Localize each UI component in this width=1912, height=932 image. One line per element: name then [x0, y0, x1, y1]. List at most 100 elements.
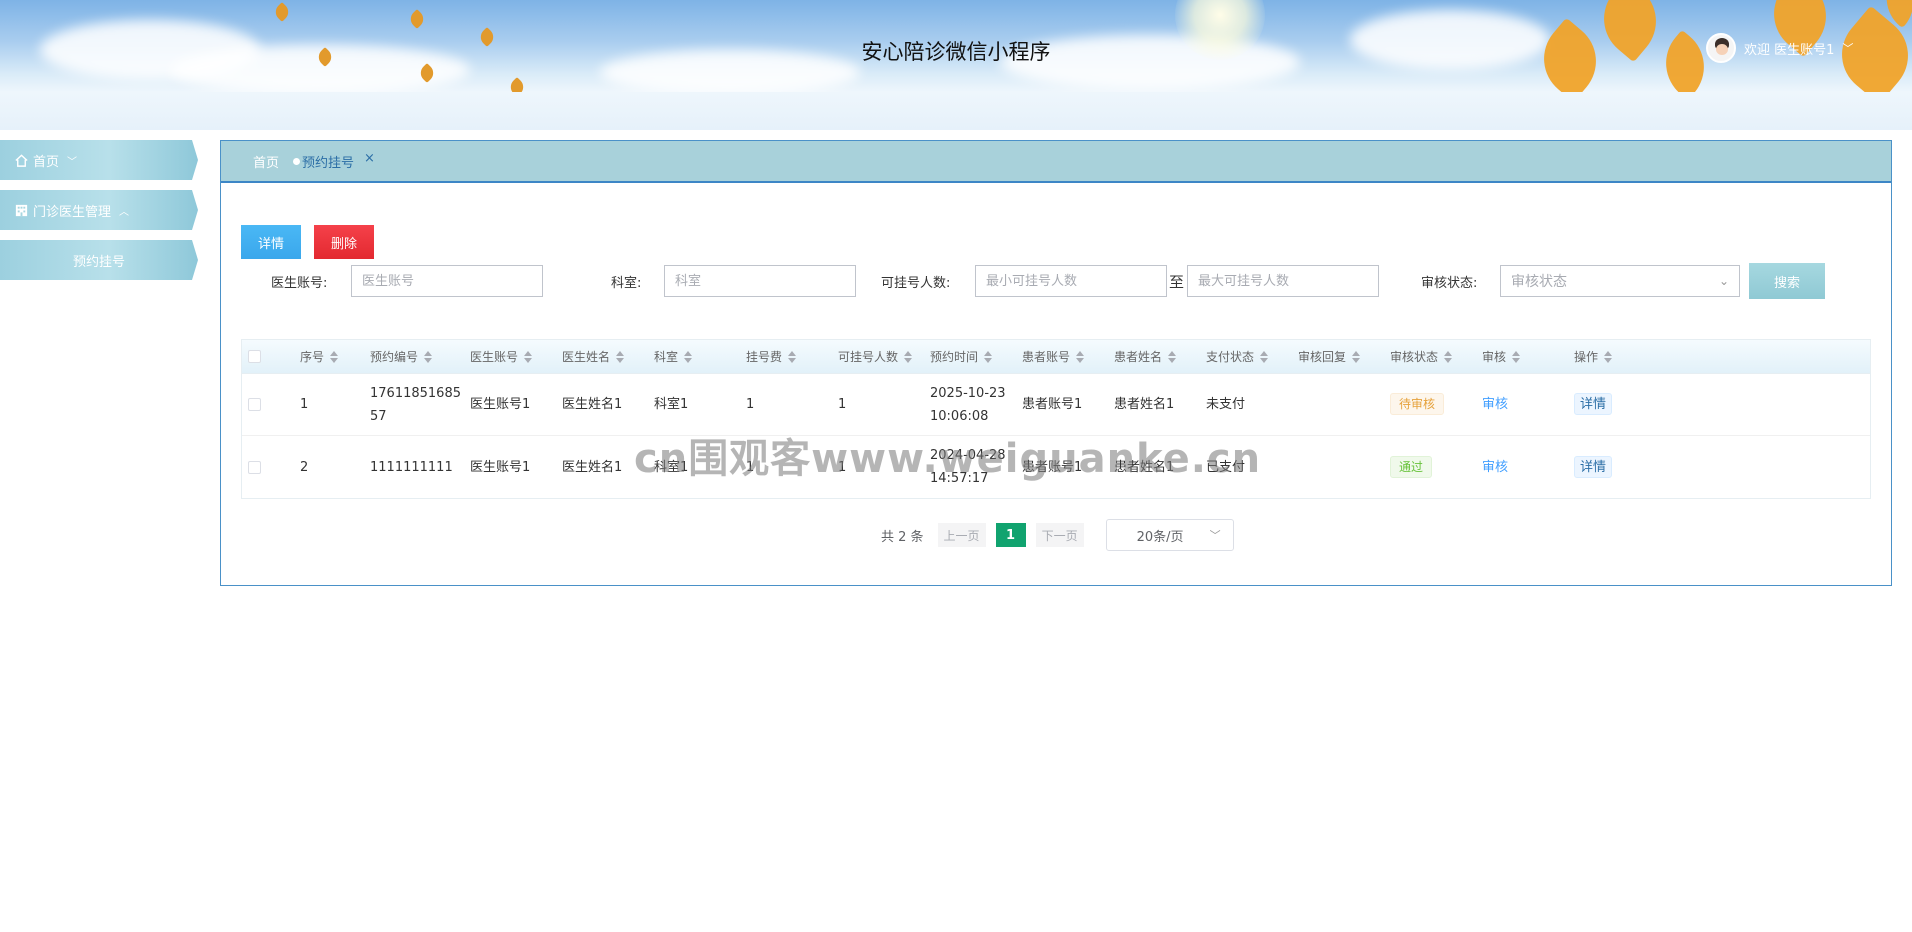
cell-index: 2 [300, 459, 309, 475]
building-icon [14, 203, 29, 218]
delete-button[interactable]: 删除 [314, 225, 374, 259]
cell-status: 通过 [1390, 455, 1482, 479]
app-header: 安心陪诊微信小程序 欢迎 医生账号1 ﹀ [0, 0, 1912, 92]
tab-home[interactable]: 首页 [253, 152, 279, 171]
row-checkbox[interactable] [248, 460, 261, 474]
cell-op: 详情 [1574, 393, 1666, 416]
page-number-button[interactable]: 1 [995, 523, 1026, 547]
cell-op: 详情 [1574, 455, 1666, 479]
page-size-value: 20条/页 [1136, 529, 1184, 545]
cell-fee: 1 [746, 397, 755, 412]
search-button[interactable]: 搜索 [1749, 263, 1825, 299]
sort-icon [1512, 350, 1521, 364]
row-detail-button[interactable]: 详情 [1574, 455, 1613, 478]
table-header: 序号 预约编号 医生账号 医生姓名 科室 挂号费 可挂号人数 预约时间 患者账号… [242, 340, 1870, 374]
close-icon[interactable]: × [364, 151, 375, 166]
min-count-input[interactable] [975, 265, 1167, 297]
cell-status: 待审核 [1390, 393, 1482, 416]
sort-icon [424, 350, 433, 364]
cell-count: 1 [838, 459, 847, 475]
sort-icon [1168, 350, 1177, 364]
sort-icon [524, 350, 533, 364]
column-header[interactable]: 科室 [654, 348, 746, 365]
column-header[interactable]: 患者账号 [1022, 348, 1114, 365]
chevron-down-icon: ﹀ [1842, 42, 1854, 55]
row-checkbox[interactable] [248, 398, 261, 411]
audit-link[interactable]: 审核 [1482, 460, 1508, 475]
chevron-down-icon: ﹀ [67, 156, 78, 168]
column-header[interactable]: 医生账号 [470, 348, 562, 365]
active-dot-icon [293, 157, 301, 165]
max-count-input[interactable] [1187, 265, 1379, 297]
column-header[interactable]: 可挂号人数 [838, 348, 930, 365]
dept-input[interactable] [664, 265, 856, 297]
column-header[interactable]: 预约编号 [370, 348, 470, 365]
column-header[interactable]: 操作 [1574, 348, 1666, 365]
chevron-down-icon: ﹀ [1209, 529, 1221, 542]
cell-code: 1111111111 [370, 459, 453, 475]
cell-audit: 审核 [1482, 393, 1574, 416]
cell-audit: 审核 [1482, 456, 1574, 479]
tab-label: 预约挂号 [302, 155, 355, 171]
status-badge: 待审核 [1390, 393, 1445, 415]
column-header[interactable]: 审核 [1482, 348, 1574, 365]
tab-bar: 首页 预约挂号 × [221, 141, 1891, 183]
table-row[interactable]: 2 1111111111 医生账号1 医生姓名1 科室1 1 1 2024-04… [242, 436, 1870, 498]
page-size-select[interactable]: 20条/页 ﹀ [1105, 519, 1234, 551]
column-header[interactable]: 审核状态 [1390, 348, 1482, 365]
column-header[interactable]: 患者姓名 [1114, 348, 1206, 365]
row-detail-button[interactable]: 详情 [1574, 393, 1613, 415]
sort-icon [1076, 350, 1085, 364]
status-select-placeholder: 审核状态 [1511, 274, 1567, 290]
pagination-total: 共 2 条 [881, 529, 924, 545]
column-header[interactable]: 序号 [300, 348, 370, 365]
doctor-account-input[interactable] [351, 265, 543, 297]
cell-patient-account: 患者账号1 [1022, 397, 1083, 412]
audit-link[interactable]: 审核 [1482, 397, 1508, 412]
user-greeting: 欢迎 医生账号1 [1744, 42, 1835, 58]
next-page-button[interactable]: 下一页 [1035, 523, 1084, 547]
cell-code: 1761185168557 [370, 385, 461, 424]
sort-icon [330, 350, 339, 364]
sort-icon [616, 350, 625, 364]
cell-dept: 科室1 [654, 397, 689, 412]
sidebar-item-outpatient-doctor[interactable]: 门诊医生管理 ︿ [0, 190, 198, 230]
sidebar-item-appointment[interactable]: 预约挂号 [0, 240, 198, 280]
detail-button[interactable]: 详情 [241, 225, 301, 259]
main-panel: 首页 预约挂号 × 详情 删除 医生账号: 科室: 可挂号人数: 至 审核状态:… [220, 140, 1892, 586]
sort-icon [1260, 350, 1269, 364]
sidebar: 首页 ﹀ 门诊医生管理 ︿ 预约挂号 [0, 140, 200, 290]
header-subbar [0, 92, 1912, 130]
cell-pay: 未支付 [1206, 397, 1246, 412]
column-header[interactable]: 预约时间 [930, 348, 1022, 365]
sort-icon [984, 350, 993, 364]
range-to-label: 至 [1169, 273, 1185, 291]
prev-page-button[interactable]: 上一页 [937, 523, 986, 547]
cell-doctor-name: 医生姓名1 [562, 397, 623, 412]
sort-icon [1352, 350, 1361, 364]
select-all-checkbox[interactable] [248, 350, 261, 363]
tab-appointment[interactable]: 预约挂号 [293, 152, 354, 171]
sidebar-item-label: 门诊医生管理 [33, 204, 112, 220]
pagination: 共 2 条 上一页 1 下一页 20条/页 ﹀ [881, 519, 1234, 551]
cell-patient-name: 患者姓名1 [1114, 459, 1175, 475]
cell-patient-account: 患者账号1 [1022, 459, 1083, 475]
table-row[interactable]: 1 1761185168557 医生账号1 医生姓名1 科室1 1 1 2025… [242, 374, 1870, 436]
status-badge: 通过 [1390, 455, 1433, 478]
cell-doctor-account: 医生账号1 [470, 459, 531, 475]
sort-icon [904, 350, 913, 364]
app-title: 安心陪诊微信小程序 [861, 40, 1051, 64]
count-label: 可挂号人数: [881, 276, 951, 291]
status-select[interactable]: 审核状态 ⌄ [1500, 265, 1740, 297]
cell-count: 1 [838, 397, 847, 412]
column-header[interactable]: 审核回复 [1298, 348, 1390, 365]
sort-icon [788, 350, 797, 364]
home-icon [14, 153, 29, 168]
column-header[interactable]: 支付状态 [1206, 348, 1298, 365]
sidebar-item-home[interactable]: 首页 ﹀ [0, 140, 198, 180]
sort-icon [684, 350, 693, 364]
column-header[interactable]: 挂号费 [746, 348, 838, 365]
column-header[interactable]: 医生姓名 [562, 348, 654, 365]
cell-dept: 科室1 [654, 459, 689, 475]
user-menu[interactable]: 欢迎 医生账号1 ﹀ [1706, 32, 1853, 64]
